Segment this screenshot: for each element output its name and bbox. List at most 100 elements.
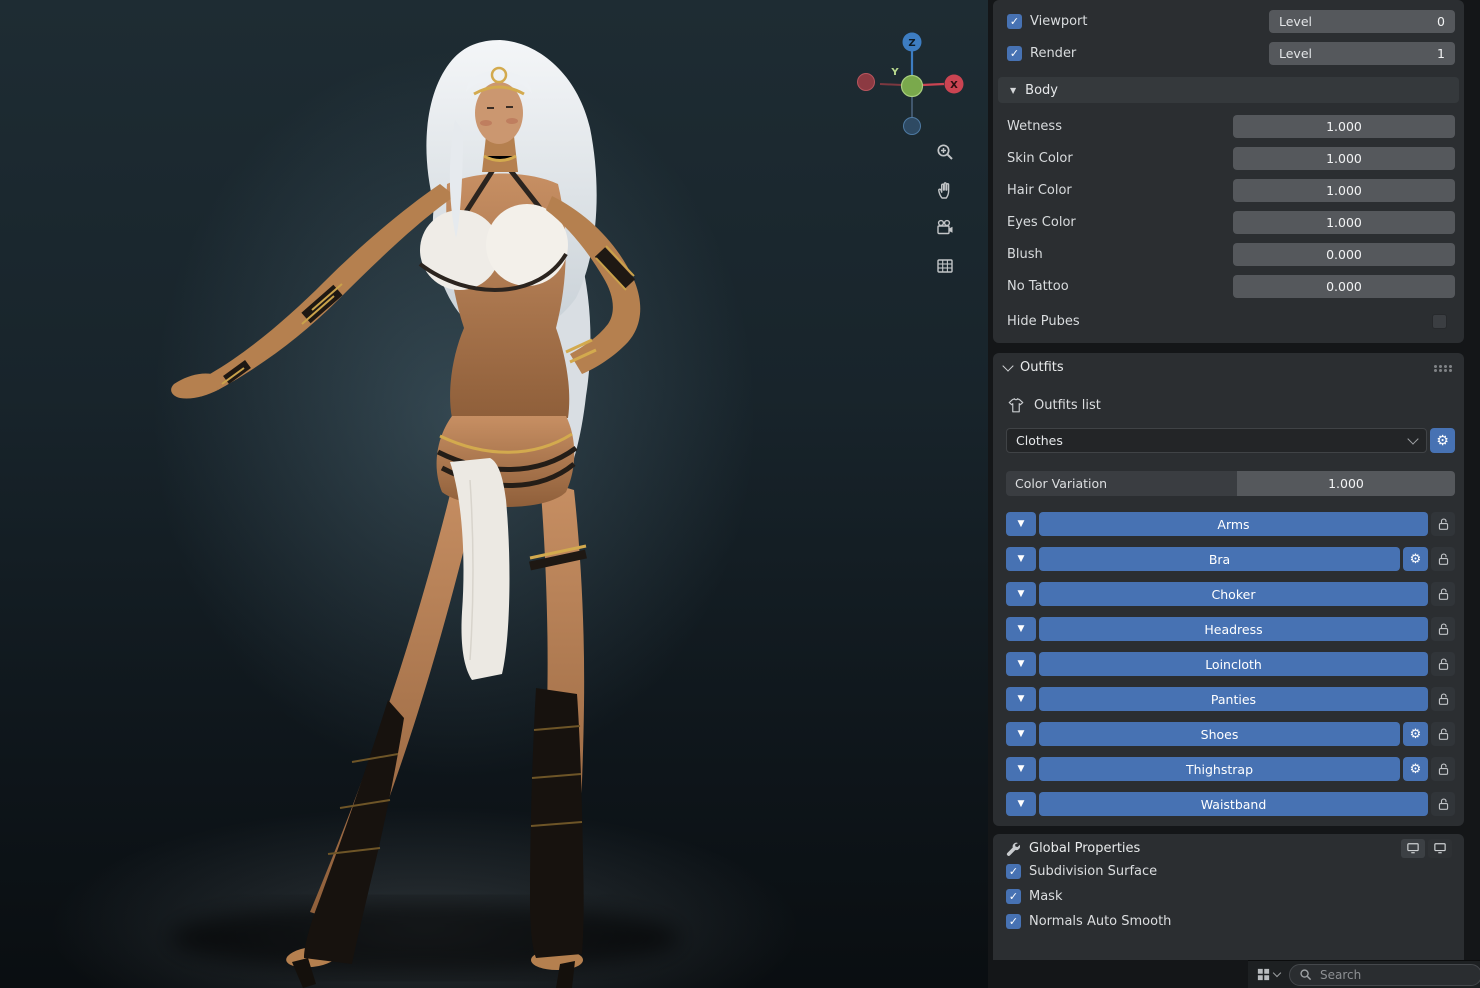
chevron-down-icon xyxy=(1407,433,1419,445)
search-box[interactable] xyxy=(1289,963,1480,986)
no-tattoo-slider[interactable]: 0.000 xyxy=(1233,275,1455,298)
outfit-toggle-waistband[interactable]: Waistband xyxy=(1039,792,1428,816)
hide-pubes-row: Hide Pubes xyxy=(1007,310,1455,333)
gear-icon[interactable]: ⚙ xyxy=(1403,757,1428,781)
character-render xyxy=(170,40,680,988)
viewport-checkbox[interactable]: ✓ xyxy=(1007,14,1022,29)
expand-triangle-icon[interactable]: ▼ xyxy=(1006,547,1036,571)
eyes-color-slider[interactable]: 1.000 xyxy=(1233,211,1455,234)
blender-window: Z X Y ✓ Viewport Level 0 ✓ Render Level … xyxy=(0,0,1480,988)
panel-grip-handle[interactable] xyxy=(1434,364,1437,368)
gizmo-z-label: Z xyxy=(908,38,915,49)
blush-row: Blush 0.000 xyxy=(1007,243,1455,266)
render-level-field[interactable]: Level 1 xyxy=(1269,42,1455,65)
expand-triangle-icon[interactable]: ▼ xyxy=(1006,512,1036,536)
orthographic-grid-icon[interactable] xyxy=(928,250,962,281)
expand-triangle-icon[interactable]: ▼ xyxy=(1006,757,1036,781)
expand-triangle-icon[interactable]: ▼ xyxy=(1006,652,1036,676)
outfit-toggle-bra[interactable]: Bra xyxy=(1039,547,1400,571)
normals-auto-smooth-row: ✓ Normals Auto Smooth xyxy=(1006,912,1452,930)
panel-global-properties: Global Properties ✓ Subdivision Surface … xyxy=(993,834,1464,960)
panel-outfits: Outfits Outfits list Clothes ⚙ Color Var… xyxy=(993,353,1464,826)
unlock-icon[interactable] xyxy=(1431,512,1455,536)
body-section-header[interactable]: ▼ Body xyxy=(998,77,1459,103)
hair-color-row: Hair Color 1.000 xyxy=(1007,179,1455,202)
outfit-row-bra: ▼ Bra ⚙ xyxy=(1006,547,1455,571)
sidebar-n-panel: ✓ Viewport Level 0 ✓ Render Level 1 ▼ Bo… xyxy=(988,0,1480,960)
unlock-icon[interactable] xyxy=(1431,617,1455,641)
tshirt-icon xyxy=(1008,397,1024,412)
3d-viewport[interactable]: Z X Y xyxy=(0,0,988,988)
render-checkbox[interactable]: ✓ xyxy=(1007,46,1022,61)
gear-icon[interactable]: ⚙ xyxy=(1403,547,1428,571)
outfit-row-headress: ▼ Headress xyxy=(1006,617,1455,641)
outfit-toggle-arms[interactable]: Arms xyxy=(1039,512,1428,536)
color-variation-slider[interactable]: Color Variation 1.000 xyxy=(1006,471,1455,496)
expand-triangle-icon[interactable]: ▼ xyxy=(1006,582,1036,606)
editor-grid-icon xyxy=(1257,968,1270,981)
unlock-icon[interactable] xyxy=(1431,722,1455,746)
outfit-row-thighstrap: ▼ Thighstrap ⚙ xyxy=(1006,757,1455,781)
expand-triangle-icon[interactable]: ▼ xyxy=(1006,722,1036,746)
viewport-tools xyxy=(928,136,962,281)
viewport-display-icon[interactable] xyxy=(1401,838,1425,858)
expand-triangle-icon[interactable]: ▼ xyxy=(1006,792,1036,816)
outfit-dropdown[interactable]: Clothes xyxy=(1006,428,1427,453)
mask-checkbox[interactable]: ✓ xyxy=(1006,888,1021,904)
search-input[interactable] xyxy=(1318,966,1472,983)
hide-pubes-checkbox[interactable] xyxy=(1432,314,1447,329)
render-display-icon[interactable] xyxy=(1428,838,1452,858)
outfit-toggle-headress[interactable]: Headress xyxy=(1039,617,1428,641)
eyes-color-row: Eyes Color 1.000 xyxy=(1007,211,1455,234)
unlock-icon[interactable] xyxy=(1431,652,1455,676)
unlock-icon[interactable] xyxy=(1431,547,1455,571)
outfit-toggle-choker[interactable]: Choker xyxy=(1039,582,1428,606)
body-section-title: Body xyxy=(1025,82,1058,98)
outfit-toggle-thighstrap[interactable]: Thighstrap xyxy=(1039,757,1400,781)
global-properties-header[interactable]: Global Properties xyxy=(993,834,1464,862)
outfit-list: ▼ Arms ▼ Bra ⚙ ▼ Choker ▼ Headress ▼ Loi… xyxy=(1006,512,1455,816)
restrict-toggles xyxy=(1401,838,1452,858)
editor-type-button[interactable] xyxy=(1253,965,1283,984)
editor-footer xyxy=(1248,960,1480,988)
outfit-toggle-shoes[interactable]: Shoes xyxy=(1039,722,1400,746)
unlock-icon[interactable] xyxy=(1431,792,1455,816)
unlock-icon[interactable] xyxy=(1431,757,1455,781)
viewport-level-field[interactable]: Level 0 xyxy=(1269,10,1455,33)
outfit-row-shoes: ▼ Shoes ⚙ xyxy=(1006,722,1455,746)
subdivision-surface-row: ✓ Subdivision Surface xyxy=(1006,862,1452,880)
outfits-panel-title: Outfits xyxy=(1020,359,1064,375)
outfit-select-row: Clothes ⚙ xyxy=(1006,428,1455,453)
subdivision-surface-checkbox[interactable]: ✓ xyxy=(1006,863,1021,879)
outfit-row-arms: ▼ Arms xyxy=(1006,512,1455,536)
expand-triangle-icon[interactable]: ▼ xyxy=(1006,687,1036,711)
gizmo-x-neg-axis xyxy=(857,73,875,91)
unlock-icon[interactable] xyxy=(1431,687,1455,711)
camera-view-icon[interactable] xyxy=(928,212,962,243)
unlock-icon[interactable] xyxy=(1431,582,1455,606)
zoom-icon[interactable] xyxy=(928,136,962,167)
gear-icon[interactable]: ⚙ xyxy=(1403,722,1428,746)
wetness-slider[interactable]: 1.000 xyxy=(1233,115,1455,138)
global-properties-title: Global Properties xyxy=(1029,840,1141,856)
pan-hand-icon[interactable] xyxy=(928,174,962,205)
expand-triangle-icon[interactable]: ▼ xyxy=(1006,617,1036,641)
blush-slider[interactable]: 0.000 xyxy=(1233,243,1455,266)
chevron-down-icon xyxy=(1272,968,1282,978)
outfit-toggle-loincloth[interactable]: Loincloth xyxy=(1039,652,1428,676)
viewport-display-row: ✓ Viewport Level 0 xyxy=(1007,10,1455,33)
mask-row: ✓ Mask xyxy=(1006,887,1452,905)
viewport-label: Viewport xyxy=(1030,14,1088,29)
normals-auto-smooth-checkbox[interactable]: ✓ xyxy=(1006,913,1021,929)
gizmo-y-axis xyxy=(900,74,924,98)
outfits-panel-header[interactable]: Outfits xyxy=(993,353,1464,381)
render-label: Render xyxy=(1030,46,1077,61)
navigation-gizmo[interactable]: Z X Y xyxy=(850,26,972,146)
triangle-down-icon: ▼ xyxy=(1010,85,1017,95)
outfit-settings-button[interactable]: ⚙ xyxy=(1430,428,1455,453)
render-display-row: ✓ Render Level 1 xyxy=(1007,42,1455,65)
skin-color-slider[interactable]: 1.000 xyxy=(1233,147,1455,170)
outfit-row-loincloth: ▼ Loincloth xyxy=(1006,652,1455,676)
outfit-toggle-panties[interactable]: Panties xyxy=(1039,687,1428,711)
hair-color-slider[interactable]: 1.000 xyxy=(1233,179,1455,202)
